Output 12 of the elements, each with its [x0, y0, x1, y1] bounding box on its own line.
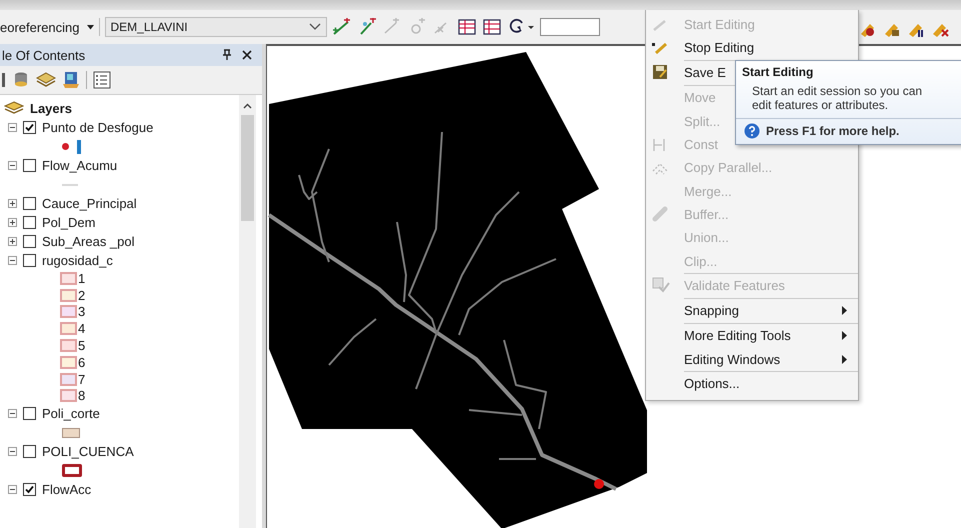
class-label: 5 [78, 338, 86, 354]
help-hint: Press F1 for more help. [766, 124, 900, 138]
class-label: 1 [78, 270, 86, 286]
class-label: 7 [78, 372, 86, 387]
tooltip-text: Start an edit session so you can edit features or attributes. [751, 83, 924, 114]
tooltip-title: Start Editing [741, 64, 814, 81]
class-label: 8 [78, 388, 86, 404]
class-label: 4 [78, 321, 86, 336]
class-label: 6 [78, 354, 86, 370]
class-label: 3 [78, 304, 86, 320]
class-label: 2 [78, 288, 86, 303]
panel-title: le Of Contents [2, 48, 86, 62]
